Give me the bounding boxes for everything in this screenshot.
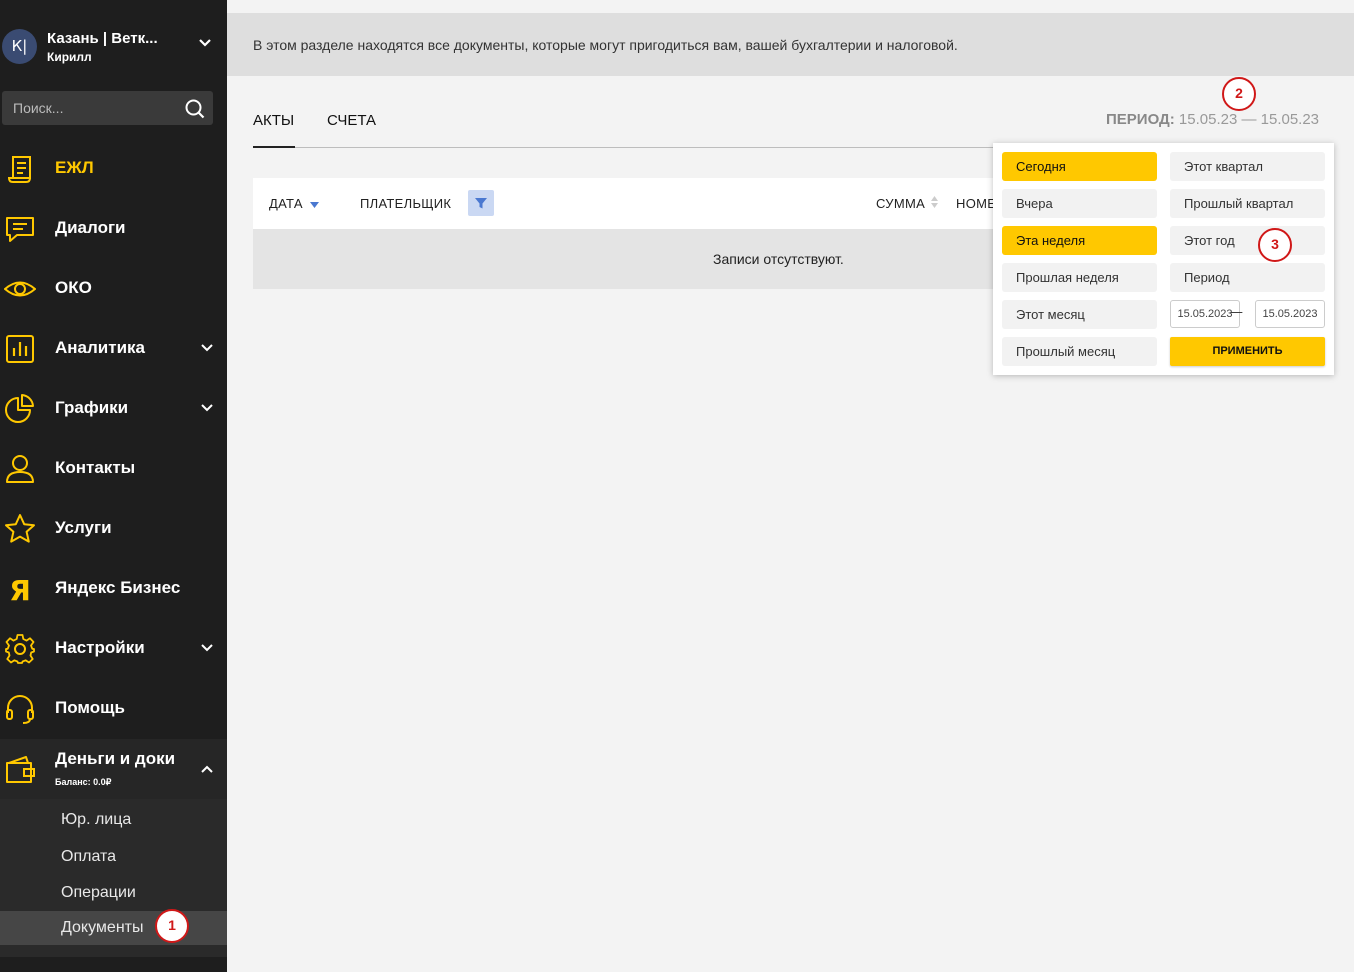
nav-label: Аналитика <box>55 338 145 357</box>
headset-icon <box>6 695 34 724</box>
date-separator: — <box>1230 305 1243 320</box>
chat-icon <box>6 217 34 242</box>
sub-item-label: Оплата <box>61 848 117 865</box>
period-value: 15.05.23 — 15.05.23 <box>1178 111 1320 128</box>
option-last-week[interactable]: Прошлая неделя <box>1002 263 1157 292</box>
option-today[interactable]: Сегодня <box>1002 152 1157 181</box>
tab-acts[interactable]: АКТЫ <box>253 112 295 148</box>
tab-bar: АКТЫ СЧЕТА <box>253 100 1243 148</box>
filter-icon <box>475 198 487 209</box>
sub-item-label: Документы <box>61 919 144 936</box>
nav-item-contacts[interactable]: Контакты <box>0 439 227 499</box>
info-banner: В этом разделе находятся все документы, … <box>227 13 1354 76</box>
nav-item-oko[interactable]: ОКО <box>0 259 227 319</box>
sub-item-label: Операции <box>61 884 136 901</box>
column-label: СУММА <box>876 196 926 211</box>
search-input[interactable] <box>2 91 177 125</box>
balance-text: Баланс: 0.0₽ <box>55 777 112 787</box>
nav-item-ezhl[interactable]: ЕЖЛ <box>0 139 227 199</box>
account-user: Кирилл <box>47 50 92 64</box>
nav-item-charts[interactable]: Графики <box>0 379 227 439</box>
nav-label: Настройки <box>55 638 145 657</box>
table-header: ДАТА ПЛАТЕЛЬЩИК СУММА НОМЕ <box>253 178 998 229</box>
empty-state: Записи отсутствуют. <box>253 229 998 289</box>
filter-button[interactable] <box>468 190 494 216</box>
period-selector[interactable]: ПЕРИОД: 15.05.23 — 15.05.23 <box>1106 111 1319 128</box>
avatar: К| <box>2 29 37 64</box>
empty-text: Записи отсутствуют. <box>713 251 844 267</box>
search-box <box>2 91 213 125</box>
eye-icon <box>4 281 36 297</box>
column-sum[interactable]: СУММА <box>876 196 938 211</box>
pie-chart-icon <box>5 394 34 423</box>
option-this-week[interactable]: Эта неделя <box>1002 226 1157 255</box>
nav-item-yandex-business[interactable]: Я Яндекс Бизнес <box>0 559 227 619</box>
column-payer: ПЛАТЕЛЬЩИК <box>360 196 452 211</box>
sort-both-icon <box>930 196 938 208</box>
search-icon[interactable] <box>185 99 205 119</box>
option-this-month[interactable]: Этот месяц <box>1002 300 1157 329</box>
sort-down-icon <box>309 202 319 208</box>
annotation-marker-3: 3 <box>1258 228 1292 262</box>
nav-label: Контакты <box>55 458 136 477</box>
nav-label: ЕЖЛ <box>55 158 94 177</box>
sub-item-operations[interactable]: Операции <box>0 876 227 910</box>
nav-label: Диалоги <box>55 218 126 237</box>
option-custom-period[interactable]: Период <box>1170 263 1325 292</box>
annotation-marker-1: 1 <box>155 909 189 943</box>
annotation-marker-2: 2 <box>1222 77 1256 111</box>
sub-item-label: Юр. лица <box>61 811 132 828</box>
analytics-icon <box>6 335 34 363</box>
wallet-icon <box>6 756 35 783</box>
date-to-input[interactable]: 15.05.2023 <box>1255 300 1325 328</box>
nav-item-analytics[interactable]: Аналитика <box>0 319 227 379</box>
option-last-month[interactable]: Прошлый месяц <box>1002 337 1157 366</box>
apply-button[interactable]: ПРИМЕНИТЬ <box>1170 337 1325 366</box>
journal-icon <box>7 156 32 183</box>
sub-item-documents[interactable]: Документы <box>0 911 227 945</box>
chevron-down-icon[interactable] <box>201 344 213 352</box>
period-label: ПЕРИОД: <box>1106 111 1175 128</box>
account-name: Казань | Ветк... <box>47 30 158 47</box>
money-section: Деньги и доки Баланс: 0.0₽ Юр. лица Опла… <box>0 739 227 957</box>
column-date[interactable]: ДАТА <box>269 196 319 211</box>
yandex-icon: Я <box>9 574 31 605</box>
svg-text:Я: Я <box>9 574 31 605</box>
info-text: В этом разделе находятся все документы, … <box>253 37 958 53</box>
nav-label: Графики <box>55 398 129 417</box>
account-switcher[interactable]: К| Казань | Ветк... Кирилл <box>0 0 227 90</box>
chevron-down-icon[interactable] <box>201 404 213 412</box>
sub-item-legal-entities[interactable]: Юр. лица <box>0 803 227 837</box>
nav-label: Помощь <box>55 698 125 717</box>
nav-item-dialogs[interactable]: Диалоги <box>0 199 227 259</box>
nav-label: Деньги и доки <box>55 749 176 768</box>
nav-label: Яндекс Бизнес <box>55 578 181 597</box>
sidebar: К| Казань | Ветк... Кирилл ЕЖЛ Диалоги О… <box>0 0 227 972</box>
option-this-year[interactable]: Этот год <box>1170 226 1325 255</box>
option-this-quarter[interactable]: Этот квартал <box>1170 152 1325 181</box>
nav-label: Услуги <box>55 518 112 537</box>
sub-item-payment[interactable]: Оплата <box>0 840 227 874</box>
nav-item-help[interactable]: Помощь <box>0 679 227 739</box>
chevron-up-icon[interactable] <box>201 765 213 773</box>
column-number[interactable]: НОМЕ <box>956 196 996 211</box>
nav-label: ОКО <box>55 278 92 297</box>
chevron-down-icon[interactable] <box>198 38 212 48</box>
nav-item-settings[interactable]: Настройки <box>0 619 227 679</box>
chevron-down-icon[interactable] <box>201 644 213 652</box>
column-label: ДАТА <box>269 196 303 211</box>
option-yesterday[interactable]: Вчера <box>1002 189 1157 218</box>
gear-icon <box>5 634 35 664</box>
nav-item-money-docs[interactable]: Деньги и доки Баланс: 0.0₽ <box>0 739 227 799</box>
option-last-quarter[interactable]: Прошлый квартал <box>1170 189 1325 218</box>
star-icon <box>5 514 35 543</box>
tab-invoices[interactable]: СЧЕТА <box>327 112 376 148</box>
person-icon <box>6 455 34 483</box>
nav-item-services[interactable]: Услуги <box>0 499 227 559</box>
